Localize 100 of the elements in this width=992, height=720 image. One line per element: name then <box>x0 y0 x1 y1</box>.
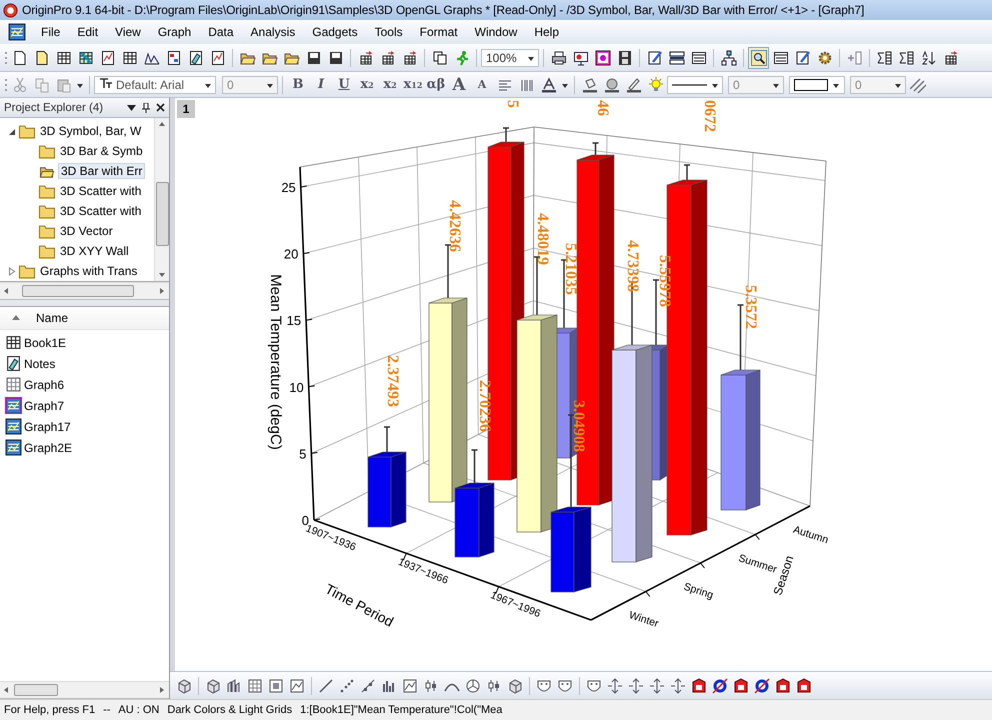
surface-icon[interactable] <box>289 678 305 694</box>
menu-item[interactable]: Data <box>199 22 242 42</box>
menu-item[interactable]: File <box>32 22 68 42</box>
bold-button[interactable]: B <box>287 74 309 96</box>
pattern-icon[interactable] <box>604 76 620 92</box>
worksheet-icon[interactable] <box>56 50 72 66</box>
cube-3d-icon[interactable] <box>507 678 523 694</box>
new-workbook-icon[interactable] <box>34 50 50 66</box>
graph-page-icon[interactable] <box>100 50 116 66</box>
menu-item[interactable]: View <box>106 22 149 42</box>
chart-icon[interactable] <box>402 678 418 694</box>
underline-button[interactable]: U <box>333 74 355 96</box>
bars-3d-icon[interactable] <box>226 678 242 694</box>
table-arrow-icon[interactable] <box>942 50 958 66</box>
candlestick-icon[interactable] <box>486 678 502 694</box>
menu-item[interactable]: Graph <box>148 22 200 42</box>
panes-icon[interactable] <box>668 50 684 66</box>
save-template-icon[interactable] <box>328 50 344 66</box>
tree-item[interactable]: 3D Vector <box>58 223 115 239</box>
line-color-icon[interactable] <box>626 76 642 92</box>
tree-item[interactable]: 3D Bar & Symb <box>58 143 145 159</box>
add-column-icon[interactable] <box>846 50 862 66</box>
menu-item[interactable]: Gadgets <box>303 22 366 42</box>
presentation-icon[interactable] <box>572 50 588 66</box>
window-list-item[interactable]: Graph6 <box>24 378 64 392</box>
zoom-dropdown[interactable]: 100% <box>481 48 539 66</box>
move-icon[interactable] <box>607 678 623 694</box>
sum-icon[interactable] <box>898 50 914 66</box>
target-icon[interactable] <box>594 50 610 66</box>
line-symbol-icon[interactable] <box>360 678 376 694</box>
import-icon[interactable] <box>358 50 374 66</box>
house-box-icon[interactable] <box>775 678 791 694</box>
import-wizard-icon[interactable] <box>402 50 418 66</box>
hatch-icon[interactable] <box>910 76 926 92</box>
new-page-icon[interactable] <box>12 50 28 66</box>
expand-icon[interactable] <box>649 678 665 694</box>
layer-tab[interactable]: 1 <box>177 100 195 118</box>
shift-icon[interactable] <box>670 678 686 694</box>
house-icon[interactable] <box>691 678 707 694</box>
close-icon[interactable] <box>156 103 165 112</box>
matrix-icon[interactable] <box>122 50 138 66</box>
window-list-item[interactable]: Notes <box>24 356 56 370</box>
light-icon[interactable] <box>648 76 664 92</box>
print-icon[interactable] <box>550 50 566 66</box>
mask-range-icon[interactable] <box>557 678 573 694</box>
house-block-icon[interactable] <box>796 678 812 694</box>
line-style-dropdown[interactable] <box>667 76 723 94</box>
import-multiple-icon[interactable] <box>380 50 396 66</box>
pin-icon[interactable] <box>142 102 150 112</box>
tree-item[interactable]: 3D Scatter with <box>58 203 144 219</box>
font-color-icon[interactable] <box>540 76 556 92</box>
gear-icon[interactable] <box>816 50 832 66</box>
column-header[interactable]: Name <box>36 311 68 325</box>
notes-icon[interactable] <box>188 50 204 66</box>
app-menu-icon[interactable] <box>8 23 26 41</box>
menu-item[interactable]: Analysis <box>242 22 304 42</box>
cut-icon[interactable] <box>12 76 28 92</box>
workbook-x-icon[interactable] <box>78 50 94 66</box>
tree-item[interactable]: 3D Scatter with <box>58 183 144 199</box>
horizontal-scrollbar[interactable] <box>0 681 169 699</box>
tree-item[interactable]: 3D Bar with Err <box>58 163 146 179</box>
menu-item[interactable]: Tools <box>366 22 411 42</box>
layout-page-icon[interactable] <box>210 50 226 66</box>
line-icon[interactable] <box>318 678 334 694</box>
pie-icon[interactable] <box>465 678 481 694</box>
grid-icon[interactable] <box>247 678 263 694</box>
dropdown-arrow-icon[interactable] <box>127 104 136 110</box>
column-stats-icon[interactable] <box>876 50 892 66</box>
scatter-icon[interactable] <box>339 678 355 694</box>
box-icon[interactable] <box>268 678 284 694</box>
paste-icon[interactable] <box>56 76 72 92</box>
notes-window-icon[interactable] <box>794 50 810 66</box>
zoom-tool-button[interactable] <box>748 46 769 68</box>
italic-button[interactable]: I <box>310 74 332 96</box>
expanded-arrow-icon[interactable] <box>8 126 16 136</box>
fill-color-icon[interactable] <box>582 76 598 92</box>
window-icon[interactable] <box>690 50 706 66</box>
report-icon[interactable] <box>166 50 182 66</box>
increase-font-button[interactable]: A <box>448 74 470 96</box>
menu-item[interactable]: Edit <box>68 22 106 42</box>
tree-item[interactable]: 3D XYY Wall <box>58 243 131 259</box>
tree-item[interactable]: 3D Symbol, Bar, W <box>38 123 144 139</box>
film-icon[interactable] <box>616 50 632 66</box>
swap-icon[interactable] <box>628 678 644 694</box>
menu-item[interactable]: Format <box>410 22 466 42</box>
border-style-dropdown[interactable] <box>789 76 845 94</box>
house-frame-icon[interactable] <box>733 678 749 694</box>
cube-icon[interactable] <box>205 678 221 694</box>
pen-page-icon[interactable] <box>646 50 662 66</box>
flowchart-icon[interactable] <box>720 50 736 66</box>
save-icon[interactable] <box>306 50 322 66</box>
crossed-ring-icon[interactable] <box>712 678 728 694</box>
duplicate-icon[interactable] <box>432 50 448 66</box>
crossed-circle-icon[interactable] <box>754 678 770 694</box>
menu-item[interactable]: Window <box>466 22 526 42</box>
boxplot-icon[interactable] <box>423 678 439 694</box>
font-dropdown[interactable]: Default: Arial <box>94 76 216 94</box>
mask-icon[interactable] <box>536 678 552 694</box>
horizontal-scrollbar[interactable] <box>0 282 169 300</box>
window-list-item[interactable]: Book1E <box>24 336 66 350</box>
